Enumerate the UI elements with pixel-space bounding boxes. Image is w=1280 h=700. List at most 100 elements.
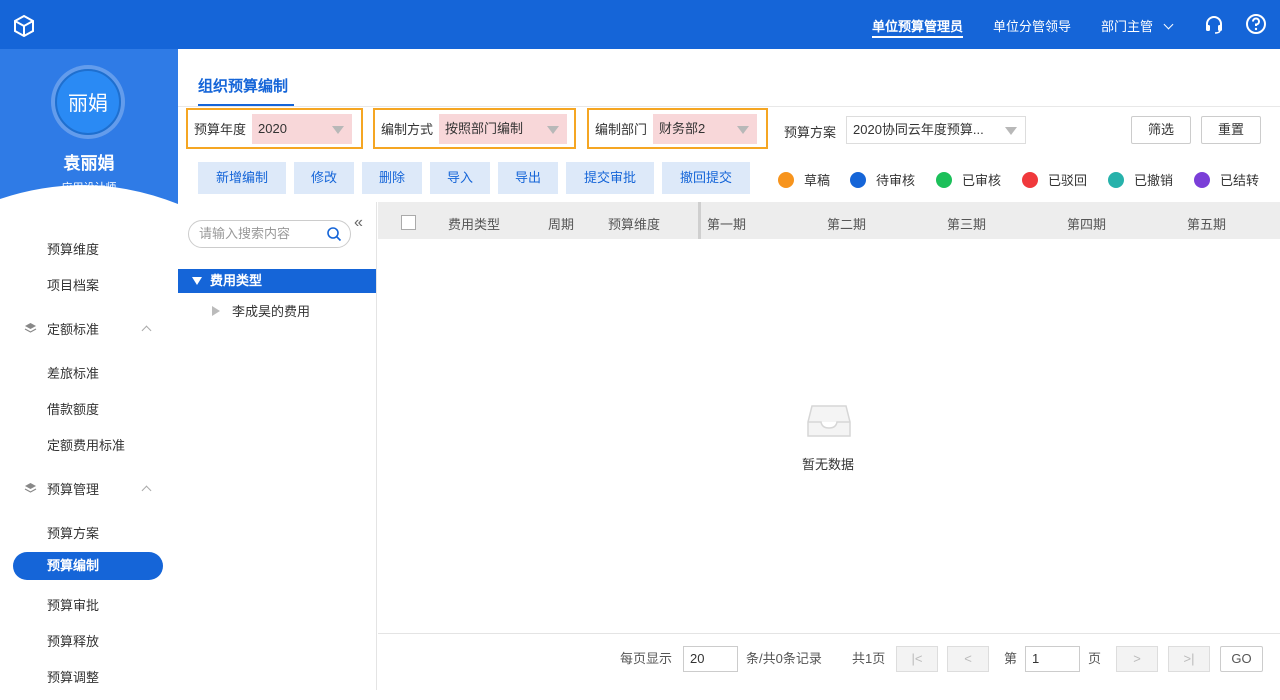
layers-icon (24, 483, 37, 493)
sidebar-item-quota-fee[interactable]: 定额费用标准 (47, 435, 125, 454)
legend-carried: 已结转 (1194, 170, 1259, 189)
export-button[interactable]: 导出 (498, 162, 558, 194)
col-period-2[interactable]: 第二期 (827, 214, 866, 233)
legend-rejected: 已驳回 (1022, 170, 1087, 189)
sidebar-group-quota[interactable]: 定额标准 (24, 319, 164, 338)
legend-label: 待审核 (876, 173, 916, 188)
caret-down-icon (192, 277, 202, 285)
dropdown-arrow-icon (547, 125, 560, 134)
sidebar-item-budget-dimension[interactable]: 预算维度 (47, 239, 99, 258)
empty-inbox-icon (807, 405, 851, 437)
prev-page-button[interactable]: < (947, 646, 989, 672)
dropdown-arrow-icon (737, 125, 750, 134)
tab-divider (178, 106, 1280, 107)
per-page-input[interactable]: 20 (683, 646, 738, 672)
sidebar-item-project-archive[interactable]: 项目档案 (47, 275, 99, 294)
status-dot (936, 171, 952, 188)
sidebar-item-loan[interactable]: 借款额度 (47, 399, 99, 418)
search-icon[interactable] (326, 226, 342, 242)
method-select[interactable]: 按照部门编制 (439, 113, 568, 144)
avatar[interactable]: 丽娟 (55, 69, 121, 135)
filter-method-label: 编制方式 (381, 122, 434, 137)
role-unit-leader[interactable]: 单位分管领导 (993, 0, 1071, 49)
column-resizer[interactable] (698, 202, 701, 239)
add-compile-button[interactable]: 新增编制 (198, 162, 286, 194)
tree-node-root[interactable]: 费用类型 (178, 269, 376, 293)
chevron-up-icon (141, 325, 152, 336)
filter-button[interactable]: 筛选 (1131, 116, 1191, 144)
last-page-button[interactable]: >| (1168, 646, 1210, 672)
caret-right-icon (212, 306, 220, 316)
role-budget-admin[interactable]: 单位预算管理员 (871, 0, 963, 49)
sidebar-item-compile[interactable]: 预算编制 (13, 552, 163, 580)
user-title: 应用设计师 (61, 182, 117, 194)
col-period-3[interactable]: 第三期 (947, 214, 986, 233)
dept-select[interactable]: 财务部2 (653, 113, 758, 144)
empty-text: 暂无数据 (802, 457, 855, 472)
status-dot (850, 171, 866, 188)
col-fee-type[interactable]: 费用类型 (448, 214, 500, 233)
delete-button[interactable]: 删除 (362, 162, 422, 194)
legend-label: 已结转 (1220, 173, 1260, 188)
record-summary: 条/共0条记录 (746, 651, 822, 666)
year-select[interactable]: 2020 (252, 113, 353, 144)
page-suffix: 页 (1088, 651, 1102, 666)
submit-approval-button[interactable]: 提交审批 (566, 162, 654, 194)
sidebar-item-travel[interactable]: 差旅标准 (47, 363, 99, 382)
select-all-checkbox[interactable] (401, 215, 416, 230)
legend-label: 已审核 (962, 173, 1002, 188)
sidebar-item-plan[interactable]: 预算方案 (47, 523, 99, 542)
plan-select[interactable]: 2020协同云年度预算... (846, 116, 1026, 144)
col-period-1[interactable]: 第一期 (707, 214, 746, 233)
sidebar-item-approve[interactable]: 预算审批 (47, 595, 99, 614)
col-period[interactable]: 周期 (548, 214, 574, 233)
chevron-down-icon (1163, 19, 1174, 30)
page-prefix: 第 (1004, 651, 1018, 666)
legend-label: 草稿 (804, 173, 831, 188)
page-number-input[interactable]: 1 (1025, 646, 1080, 672)
go-button[interactable]: GO (1220, 646, 1263, 672)
sidebar-group-budget[interactable]: 预算管理 (24, 479, 164, 498)
role-switcher: 单位预算管理员 单位分管领导 部门主管 (842, 0, 1174, 49)
sidebar-item-release[interactable]: 预算释放 (47, 631, 99, 650)
per-page-label: 每页显示 (620, 651, 673, 666)
reset-button[interactable]: 重置 (1201, 116, 1261, 144)
status-dot (1108, 171, 1124, 188)
method-select-value: 按照部门编制 (445, 120, 524, 136)
first-page-button[interactable]: |< (896, 646, 938, 672)
layers-icon (24, 323, 37, 333)
top-bar: 单位预算管理员 单位分管领导 部门主管 (0, 0, 1280, 49)
col-period-5[interactable]: 第五期 (1187, 214, 1226, 233)
total-pages: 共1页 (852, 651, 886, 666)
year-select-value: 2020 (258, 120, 287, 136)
tree-node-child[interactable]: 李成昊的费用 (212, 301, 310, 320)
tab-org-budget-compile[interactable]: 组织预算编制 (198, 75, 288, 96)
sidebar-group-budget-label: 预算管理 (47, 482, 100, 497)
sidebar-group-quota-label: 定额标准 (47, 322, 100, 337)
legend-draft: 草稿 (778, 170, 830, 189)
edit-button[interactable]: 修改 (294, 162, 354, 194)
cube-icon[interactable] (12, 14, 36, 38)
filter-dept-label: 编制部门 (595, 122, 648, 137)
dropdown-arrow-icon (1005, 127, 1017, 135)
chevron-up-icon (141, 485, 152, 496)
search-input[interactable]: 请输入搜索内容 (188, 220, 351, 248)
filter-method: 编制方式 按照部门编制 (373, 108, 576, 149)
filter-dept: 编制部门 财务部2 (587, 108, 768, 149)
col-period-4[interactable]: 第四期 (1067, 214, 1106, 233)
plan-select-value: 2020协同云年度预算... (853, 122, 984, 137)
next-page-button[interactable]: > (1116, 646, 1158, 672)
import-button[interactable]: 导入 (430, 162, 490, 194)
sidebar-item-adjust[interactable]: 预算调整 (47, 667, 99, 686)
withdraw-submit-button[interactable]: 撤回提交 (662, 162, 750, 194)
legend-label: 已撤销 (1134, 173, 1174, 188)
headset-icon[interactable] (1203, 13, 1225, 35)
pager-divider (378, 633, 1280, 634)
user-name: 袁丽娟 (63, 154, 115, 173)
help-icon[interactable] (1245, 13, 1267, 35)
collapse-panel-icon[interactable]: « (354, 214, 363, 232)
search-placeholder: 请输入搜索内容 (199, 226, 291, 241)
col-dimension[interactable]: 预算维度 (608, 214, 660, 233)
role-dept-head[interactable]: 部门主管 (1101, 0, 1174, 49)
plan-label: 预算方案 (784, 125, 837, 140)
